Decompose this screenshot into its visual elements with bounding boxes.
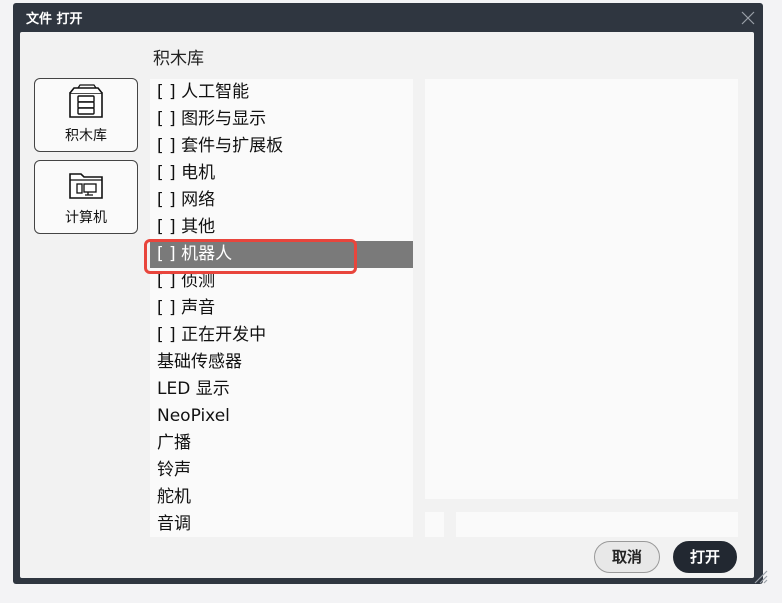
computer-folder-icon xyxy=(69,173,103,199)
file-open-dialog: 文件 打开 积木库 积木库 计算机 [] 人工智能 [] 图形与显示 []… xyxy=(13,3,768,584)
preview-pane xyxy=(425,79,738,499)
block-library-icon xyxy=(69,84,103,118)
list-item[interactable]: LED 显示 xyxy=(150,376,413,403)
list-item-selected[interactable]: [ ] 机器人 xyxy=(150,241,413,268)
horizontal-scrollbar[interactable] xyxy=(456,512,738,537)
list-item[interactable]: 铃声 xyxy=(150,457,413,484)
resize-grip-icon[interactable] xyxy=(749,565,769,585)
list-item[interactable]: [ ] 侦测 xyxy=(150,268,413,295)
dialog-content: 积木库 积木库 计算机 [ ] 人工智能 [] 图形与显示 [] 套件与扩展… xyxy=(20,32,754,578)
list-item[interactable]: [ ] 套件与扩展板 xyxy=(150,133,413,160)
current-folder-label: 积木库 xyxy=(153,49,204,69)
title-bar: 文件 打开 xyxy=(13,3,763,31)
place-label: 计算机 xyxy=(65,210,107,226)
file-list[interactable]: [ ] 人工智能 [ ] 图形与显示 [ ] 套件与扩展板 [ ] 电机 [ ]… xyxy=(150,79,413,537)
list-item[interactable]: 舵机 xyxy=(150,484,413,511)
place-label: 积木库 xyxy=(65,128,107,144)
list-item[interactable]: [ ] 电机 xyxy=(150,160,413,187)
cancel-button[interactable]: 取消 xyxy=(594,541,660,573)
place-computer[interactable]: 计算机 xyxy=(34,160,138,234)
list-item[interactable]: 基础传感器 xyxy=(150,349,413,376)
list-item[interactable]: 音调 xyxy=(150,511,413,537)
list-item[interactable]: [ ] 正在开发中 xyxy=(150,322,413,349)
list-item[interactable]: [ ] 网络 xyxy=(150,187,413,214)
list-item[interactable]: [ ] 图形与显示 xyxy=(150,106,413,133)
list-item[interactable]: [ ] 人工智能 xyxy=(150,79,413,106)
dialog-title: 文件 打开 xyxy=(26,12,83,27)
close-icon[interactable] xyxy=(740,10,756,26)
scrollbar-left-segment[interactable] xyxy=(425,512,444,537)
list-item[interactable]: 广播 xyxy=(150,430,413,457)
open-button[interactable]: 打开 xyxy=(673,541,737,573)
place-block-library[interactable]: 积木库 xyxy=(34,78,138,152)
list-item[interactable]: [ ] 声音 xyxy=(150,295,413,322)
list-item[interactable]: [ ] 其他 xyxy=(150,214,413,241)
list-item[interactable]: NeoPixel xyxy=(150,403,413,430)
